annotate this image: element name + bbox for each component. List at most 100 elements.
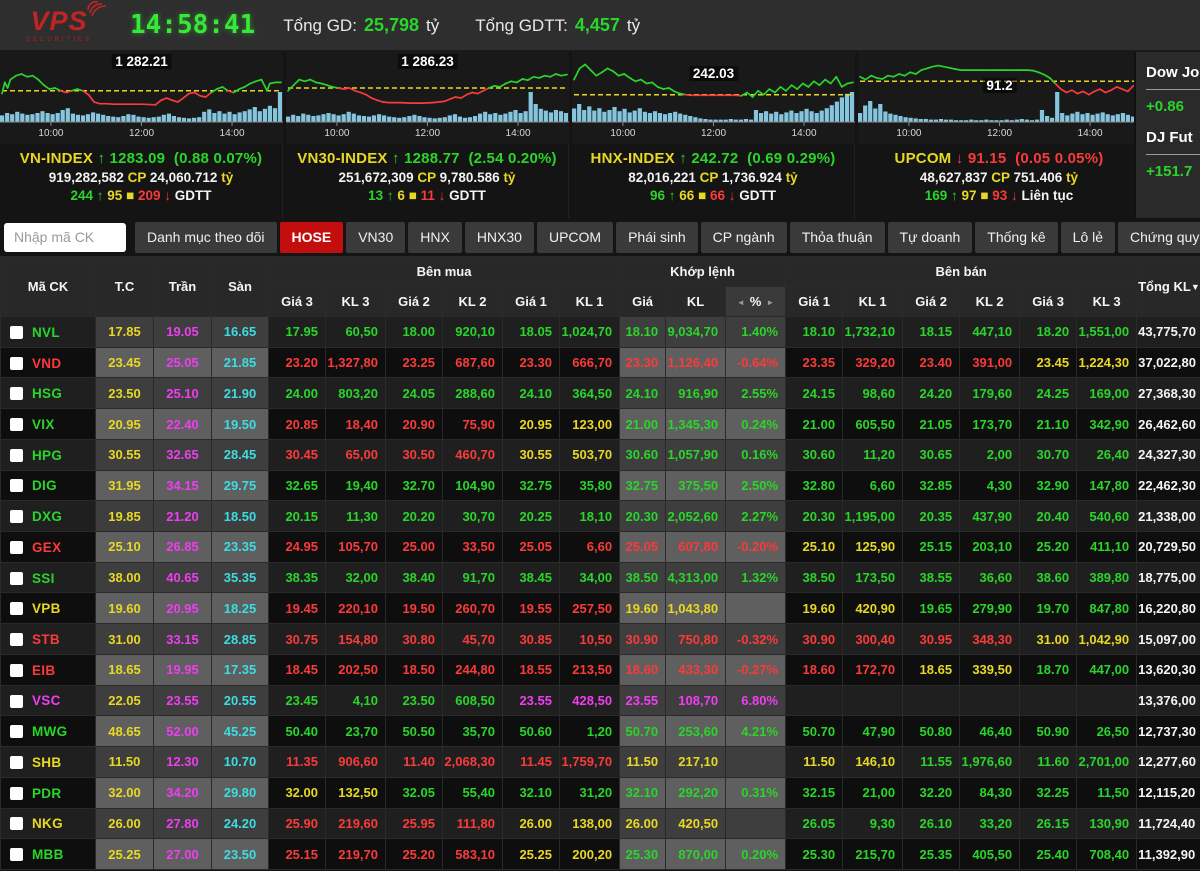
sell-price2-cell[interactable]: 32.20 (902, 776, 961, 809)
buy-vol3-cell[interactable]: 4,10 (325, 684, 386, 717)
ref-price-cell[interactable]: 48.65 (95, 715, 154, 748)
row-checkbox[interactable] (10, 448, 23, 462)
ref-price-cell[interactable]: 31.95 (95, 469, 154, 502)
buy-vol3-cell[interactable]: 219,60 (325, 807, 386, 840)
floor-price-cell[interactable]: 21.90 (211, 377, 269, 410)
stock-symbol[interactable]: SHB (32, 755, 61, 770)
floor-price-cell[interactable]: 18.25 (211, 592, 269, 625)
floor-price-cell[interactable]: 10.70 (211, 746, 269, 778)
buy-vol3-cell[interactable]: 906,60 (325, 746, 386, 778)
buy-price3-cell[interactable]: 20.15 (268, 500, 326, 533)
match-vol-cell[interactable]: 253,60 (665, 715, 727, 748)
buy-price1-cell[interactable]: 30.85 (502, 623, 560, 655)
sell-vol3-cell[interactable] (1076, 684, 1138, 717)
sell-vol1-cell[interactable]: 1,732,10 (842, 316, 904, 348)
ref-price-cell[interactable]: 18.65 (95, 653, 154, 686)
buy-price3-cell[interactable]: 38.35 (268, 561, 326, 594)
buy-vol2-cell[interactable]: 30,70 (442, 500, 503, 533)
sell-price3-cell[interactable]: 38.60 (1019, 561, 1078, 594)
ref-price-cell[interactable]: 30.55 (95, 438, 154, 471)
stock-symbol[interactable]: HSG (32, 386, 62, 401)
buy-price3-cell[interactable]: 50.40 (268, 715, 326, 748)
buy-price3-cell[interactable]: 25.90 (268, 807, 326, 840)
stock-symbol[interactable]: DXG (32, 509, 62, 524)
stock-symbol[interactable]: EIB (32, 663, 55, 678)
sell-vol3-cell[interactable]: 411,10 (1076, 531, 1138, 563)
sell-vol2-cell[interactable]: 339,50 (959, 653, 1021, 686)
sell-vol2-cell[interactable]: 33,20 (959, 807, 1021, 840)
buy-vol3-cell[interactable]: 803,20 (325, 377, 386, 410)
match-vol-cell[interactable]: 217,10 (665, 746, 727, 778)
buy-vol2-cell[interactable]: 45,70 (442, 623, 503, 655)
floor-price-cell[interactable]: 29.75 (211, 469, 269, 502)
sell-price2-cell[interactable]: 25.15 (902, 531, 961, 563)
row-checkbox[interactable] (10, 356, 23, 370)
sell-price3-cell[interactable]: 18.20 (1019, 316, 1078, 348)
sell-price3-cell[interactable]: 50.90 (1019, 715, 1078, 748)
buy-price1-cell[interactable]: 26.00 (502, 807, 560, 840)
buy-price1-cell[interactable]: 25.05 (502, 531, 560, 563)
match-pct-cell[interactable]: 2.27% (725, 500, 787, 533)
match-vol-cell[interactable]: 292,20 (665, 776, 727, 809)
sell-price2-cell[interactable]: 30.65 (902, 438, 961, 471)
match-pct-cell[interactable] (725, 746, 787, 778)
sell-vol3-cell[interactable]: 147,80 (1076, 469, 1138, 502)
sell-vol3-cell[interactable]: 540,60 (1076, 500, 1138, 533)
ref-price-cell[interactable]: 19.60 (95, 592, 154, 625)
floor-price-cell[interactable]: 20.55 (211, 684, 269, 717)
ceiling-price-cell[interactable]: 23.55 (153, 684, 212, 717)
ceiling-price-cell[interactable]: 34.20 (153, 776, 212, 809)
match-price-cell[interactable]: 11.50 (619, 746, 667, 778)
row-checkbox[interactable] (10, 817, 23, 831)
buy-price2-cell[interactable]: 25.20 (385, 838, 443, 870)
buy-price3-cell[interactable]: 11.35 (268, 746, 326, 778)
tab-hnx30[interactable]: HNX30 (464, 221, 534, 253)
sell-price2-cell[interactable]: 50.80 (902, 715, 961, 748)
buy-vol1-cell[interactable]: 18,10 (558, 500, 621, 533)
stock-symbol[interactable]: NKG (32, 816, 63, 831)
sell-price3-cell[interactable]: 11.60 (1019, 746, 1078, 778)
buy-vol1-cell[interactable]: 10,50 (558, 623, 621, 655)
ceiling-price-cell[interactable]: 52.00 (153, 715, 212, 748)
ref-price-cell[interactable]: 17.85 (95, 316, 154, 348)
sell-vol1-cell[interactable]: 11,20 (842, 438, 904, 471)
sell-vol2-cell[interactable]: 405,50 (959, 838, 1021, 870)
sell-price2-cell[interactable]: 24.20 (902, 377, 961, 410)
match-pct-cell[interactable]: 0.24% (725, 408, 787, 440)
floor-price-cell[interactable]: 21.85 (211, 346, 269, 379)
sell-vol3-cell[interactable]: 26,50 (1076, 715, 1138, 748)
tab-danh-mục-theo-dõi[interactable]: Danh mục theo dõi (135, 221, 277, 253)
buy-price2-cell[interactable]: 32.05 (385, 776, 443, 809)
row-checkbox[interactable] (10, 510, 23, 524)
ref-price-cell[interactable]: 25.25 (95, 838, 154, 870)
sell-price2-cell[interactable]: 32.85 (902, 469, 961, 502)
sell-price2-cell[interactable]: 11.55 (902, 746, 961, 778)
sell-price3-cell[interactable]: 18.70 (1019, 653, 1078, 686)
stock-symbol[interactable]: VPB (32, 601, 61, 616)
sell-price1-cell[interactable]: 25.10 (785, 531, 844, 563)
match-price-cell[interactable]: 50.70 (619, 715, 667, 748)
match-price-cell[interactable]: 23.30 (619, 346, 667, 379)
buy-price2-cell[interactable]: 32.70 (385, 469, 443, 502)
match-price-cell[interactable]: 18.60 (619, 653, 667, 686)
buy-price1-cell[interactable]: 32.75 (502, 469, 560, 502)
row-checkbox[interactable] (10, 663, 23, 677)
sell-price3-cell[interactable] (1019, 684, 1078, 717)
tab-vn30[interactable]: VN30 (346, 221, 406, 253)
floor-price-cell[interactable]: 18.50 (211, 500, 269, 533)
ceiling-price-cell[interactable]: 19.05 (153, 316, 212, 348)
match-vol-cell[interactable]: 916,90 (665, 377, 727, 410)
stock-symbol[interactable]: MBB (32, 847, 64, 862)
ref-price-cell[interactable]: 31.00 (95, 623, 154, 655)
sell-price2-cell[interactable]: 18.65 (902, 653, 961, 686)
row-checkbox[interactable] (10, 325, 23, 339)
sell-price3-cell[interactable]: 24.25 (1019, 377, 1078, 410)
buy-price3-cell[interactable]: 24.00 (268, 377, 326, 410)
pct-prev-arrow[interactable]: ◄ (732, 298, 750, 307)
stock-symbol[interactable]: HPG (32, 448, 62, 463)
match-pct-cell[interactable] (725, 592, 787, 625)
sell-vol1-cell[interactable]: 6,60 (842, 469, 904, 502)
ceiling-price-cell[interactable]: 21.20 (153, 500, 212, 533)
ceiling-price-cell[interactable]: 25.05 (153, 346, 212, 379)
buy-price3-cell[interactable]: 23.45 (268, 684, 326, 717)
